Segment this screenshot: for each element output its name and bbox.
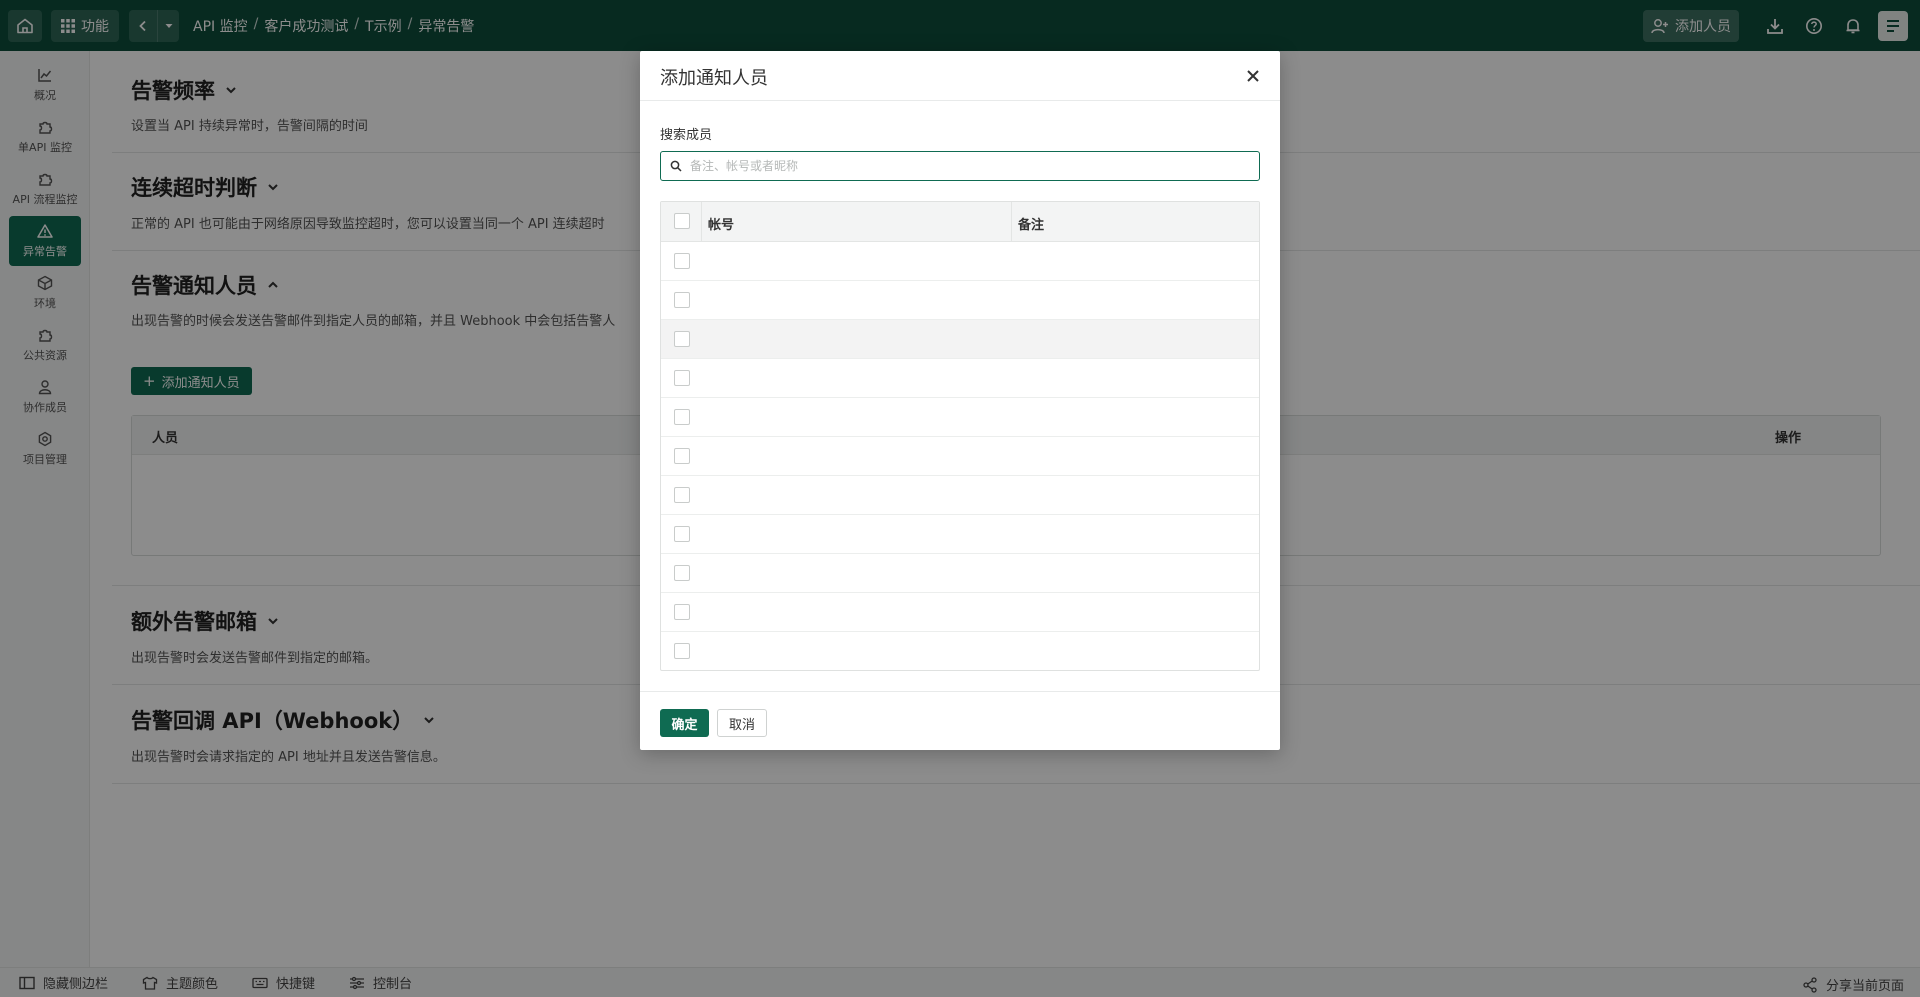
row-checkbox[interactable] bbox=[674, 565, 690, 581]
table-row[interactable] bbox=[661, 632, 1259, 670]
cancel-button[interactable]: 取消 bbox=[717, 709, 767, 737]
row-checkbox[interactable] bbox=[674, 604, 690, 620]
row-checkbox[interactable] bbox=[674, 643, 690, 659]
note-cell bbox=[1017, 410, 1107, 425]
table-row[interactable] bbox=[661, 281, 1259, 320]
account-cell bbox=[708, 449, 948, 464]
close-button[interactable] bbox=[1242, 65, 1264, 87]
table-row[interactable] bbox=[661, 320, 1259, 359]
table-row[interactable] bbox=[661, 437, 1259, 476]
note-cell bbox=[1017, 605, 1107, 620]
table-header: 帐号 备注 bbox=[661, 202, 1259, 242]
table-row[interactable] bbox=[661, 554, 1259, 593]
row-checkbox[interactable] bbox=[674, 292, 690, 308]
row-checkbox[interactable] bbox=[674, 448, 690, 464]
table-row[interactable] bbox=[661, 398, 1259, 437]
dialog-footer: 确定 取消 bbox=[640, 691, 1280, 750]
row-checkbox[interactable] bbox=[674, 331, 690, 347]
account-cell bbox=[708, 605, 948, 620]
select-all-checkbox[interactable] bbox=[674, 213, 690, 229]
account-cell bbox=[708, 254, 948, 269]
column-divider bbox=[1011, 202, 1012, 242]
row-checkbox[interactable] bbox=[674, 526, 690, 542]
search-field bbox=[660, 151, 1260, 181]
note-cell bbox=[1017, 566, 1107, 581]
account-cell bbox=[708, 644, 948, 659]
note-cell bbox=[1017, 644, 1107, 659]
column-header-account: 帐号 bbox=[708, 218, 735, 233]
note-cell bbox=[1017, 488, 1107, 503]
account-cell bbox=[708, 488, 948, 503]
row-checkbox[interactable] bbox=[674, 370, 690, 386]
note-cell bbox=[1017, 332, 1107, 347]
account-cell bbox=[708, 371, 948, 386]
dialog-title: 添加通知人员 bbox=[660, 68, 768, 89]
search-icon bbox=[670, 160, 682, 172]
note-cell bbox=[1017, 527, 1107, 542]
table-row[interactable] bbox=[661, 359, 1259, 398]
account-cell bbox=[708, 527, 948, 542]
note-cell bbox=[1017, 254, 1107, 269]
column-divider bbox=[701, 202, 702, 242]
dialog-header: 添加通知人员 bbox=[640, 51, 1280, 101]
search-input[interactable] bbox=[690, 159, 1259, 173]
note-cell bbox=[1017, 371, 1107, 386]
account-cell bbox=[708, 332, 948, 347]
table-row[interactable] bbox=[661, 242, 1259, 281]
row-checkbox[interactable] bbox=[674, 487, 690, 503]
search-member-label: 搜索成员 bbox=[660, 128, 713, 143]
account-cell bbox=[708, 293, 948, 308]
add-notify-member-dialog: 添加通知人员 搜索成员 帐号 备注 bbox=[640, 51, 1280, 750]
member-table: 帐号 备注 bbox=[660, 201, 1260, 671]
table-row[interactable] bbox=[661, 593, 1259, 632]
column-header-note: 备注 bbox=[1018, 218, 1045, 233]
note-cell bbox=[1017, 293, 1107, 308]
table-row[interactable] bbox=[661, 515, 1259, 554]
account-cell bbox=[708, 566, 948, 581]
confirm-button[interactable]: 确定 bbox=[660, 709, 709, 737]
close-icon bbox=[1247, 70, 1259, 82]
account-cell bbox=[708, 410, 948, 425]
table-row[interactable] bbox=[661, 476, 1259, 515]
row-checkbox[interactable] bbox=[674, 409, 690, 425]
note-cell bbox=[1017, 449, 1107, 464]
row-checkbox[interactable] bbox=[674, 253, 690, 269]
